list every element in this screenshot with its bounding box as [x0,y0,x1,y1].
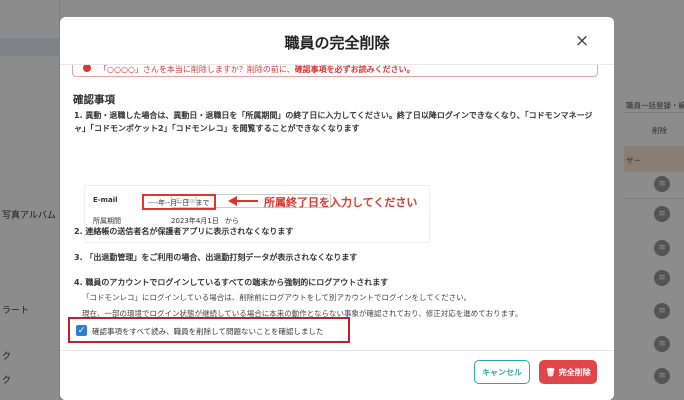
dialog-footer: キャンセル 🗑 完全削除 [60,350,614,400]
arrow-line [236,200,258,202]
confirm-checkbox[interactable]: ✓ [76,325,87,336]
section-title: 確認事項 [73,94,115,106]
confirm-item-4: 4. 職員のアカウントでログインしているすべての端末から強制的にログアウトされま… [74,278,389,287]
confirm-item-4-note-1: 「コドモンレコ」にログインしている場合は、削除前にログアウトをして別アカウントで… [82,293,472,302]
confirm-checkbox-label[interactable]: 確認事項をすべて読み、職員を削除して問題ないことを確認しました [92,326,323,337]
trash-icon: 🗑 [545,367,556,377]
confirm-item-3: 3. 「出退勤管理」をご利用の場合、出退勤打刻データが表示されなくなります [74,253,358,262]
warning-alert: 「○○○○」さんを本当に削除しますか？削除の前に、確認事項を必ずお読みください。 [72,65,598,77]
dialog-body[interactable]: 「○○○○」さんを本当に削除しますか？削除の前に、確認事項を必ずお読みください。… [60,65,614,350]
confirm-checkbox-row[interactable]: ✓ 確認事項をすべて読み、職員を削除して問題ないことを確認しました [68,317,350,343]
example-email-label: E-mail [93,196,118,204]
delete-staff-dialog: 職員の完全削除 × 「○○○○」さんを本当に削除しますか？削除の前に、確認事項を… [60,17,614,400]
alert-bold-text: 確認事項を必ずお読みください。 [294,65,415,74]
delete-button[interactable]: 🗑 完全削除 [539,360,597,384]
alert-icon [83,65,91,72]
example-note: 所属終了日を入力してください [264,196,418,209]
confirm-item-2: 2. 連絡帳の送信者名が保護者アプリに表示されなくなります [74,227,294,236]
cancel-button[interactable]: キャンセル [474,360,530,384]
delete-button-label: 完全削除 [558,367,591,377]
dialog-header: 職員の完全削除 × [60,17,614,65]
example-end-date-field: ----年--月--日 まで [142,194,216,210]
confirm-item-1: 1. 異動・退職した場合は、異動日・退職日を「所属期間」の終了日に入力してくださ… [74,111,593,133]
dialog-title: 職員の完全削除 [284,34,390,52]
example-until-text: まで [195,199,210,207]
alert-text: 「○○○○」さんを本当に削除しますか？削除の前に、 [99,65,295,74]
example-end-date-placeholder: ----年--月--日 [148,199,190,207]
close-icon[interactable]: × [572,31,592,51]
